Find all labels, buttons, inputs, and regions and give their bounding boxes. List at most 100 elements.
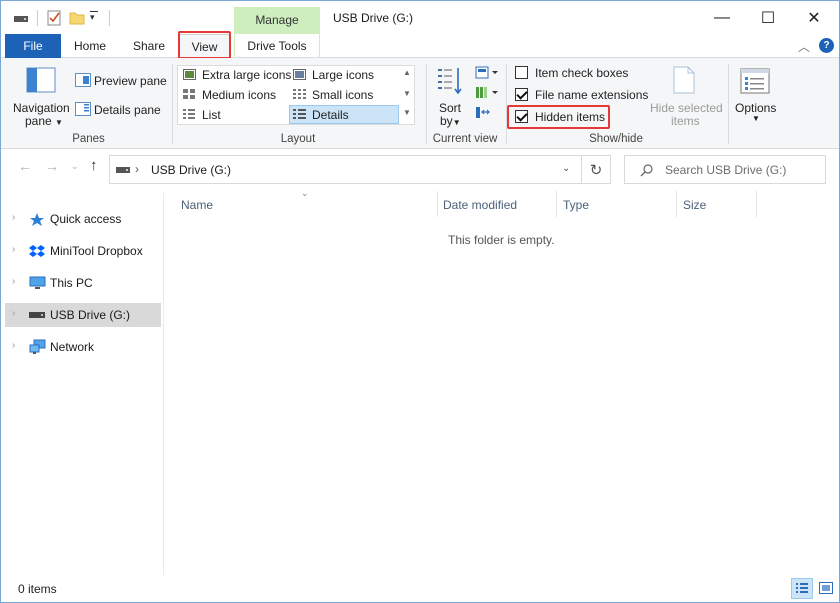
nav-item-label: This PC bbox=[50, 276, 93, 290]
preview-pane-button[interactable]: Preview pane bbox=[94, 74, 167, 88]
tab-file[interactable]: File bbox=[5, 34, 61, 58]
search-icon bbox=[640, 164, 653, 177]
group-by-icon[interactable] bbox=[475, 66, 499, 80]
gallery-expand-icon[interactable]: ▼ bbox=[403, 108, 411, 117]
navigation-pane-button[interactable]: Navigation bbox=[13, 101, 70, 115]
tab-share[interactable]: Share bbox=[123, 34, 175, 58]
navigation-pane: › Quick access › MiniTool Dropbox › This… bbox=[5, 193, 163, 575]
refresh-button[interactable]: ↻ bbox=[582, 155, 611, 184]
panes-group-label: Panes bbox=[72, 133, 105, 145]
item-check-boxes-checkbox[interactable] bbox=[515, 66, 528, 79]
column-divider[interactable] bbox=[676, 191, 677, 217]
details-pane-icon bbox=[75, 102, 91, 116]
nav-item-label: Network bbox=[50, 340, 95, 354]
size-columns-icon[interactable] bbox=[475, 106, 491, 120]
list-icon bbox=[183, 109, 195, 119]
minimize-button[interactable]: — bbox=[699, 1, 745, 34]
details-view-icon bbox=[796, 583, 808, 593]
column-header-name[interactable]: Name bbox=[181, 198, 213, 212]
details-icon bbox=[293, 109, 306, 119]
search-box[interactable]: Search USB Drive (G:) bbox=[624, 155, 826, 184]
drive-icon bbox=[29, 312, 45, 318]
gallery-scroll-down-icon[interactable]: ▼ bbox=[403, 89, 411, 98]
pane-splitter[interactable] bbox=[163, 193, 164, 575]
options-button[interactable]: Options bbox=[735, 101, 776, 115]
sort-by-label-2[interactable]: by▼ bbox=[440, 114, 461, 128]
nav-item-usb-drive[interactable]: › USB Drive (G:) bbox=[5, 303, 161, 327]
chevron-right-icon[interactable]: › bbox=[12, 340, 15, 351]
details-view-button[interactable] bbox=[791, 578, 813, 599]
column-header-date-modified[interactable]: Date modified bbox=[443, 198, 517, 212]
chevron-right-icon[interactable]: › bbox=[12, 244, 15, 255]
file-name-extensions-label[interactable]: File name extensions bbox=[535, 88, 648, 102]
group-separator bbox=[728, 64, 729, 144]
gallery-scroll-up-icon[interactable]: ▲ bbox=[403, 68, 411, 77]
back-button[interactable]: ← bbox=[18, 158, 32, 174]
network-icon bbox=[29, 339, 46, 354]
column-header-size[interactable]: Size bbox=[683, 198, 706, 212]
help-icon[interactable]: ? bbox=[819, 38, 834, 53]
new-folder-icon[interactable] bbox=[69, 10, 85, 25]
tab-home[interactable]: Home bbox=[65, 34, 115, 58]
recent-locations-button[interactable]: ⌄ bbox=[71, 161, 79, 172]
arrow-left-icon: ← bbox=[18, 158, 32, 174]
forward-button[interactable]: → bbox=[45, 158, 59, 174]
chevron-right-icon[interactable]: › bbox=[12, 308, 15, 319]
sort-by-button[interactable]: Sort bbox=[439, 101, 461, 115]
qa-divider bbox=[37, 10, 38, 26]
chevron-down-icon: ▼ bbox=[452, 118, 461, 127]
tab-drive-tools[interactable]: Drive Tools bbox=[234, 34, 320, 58]
qa-divider bbox=[109, 10, 110, 26]
item-check-boxes-label[interactable]: Item check boxes bbox=[535, 66, 628, 80]
layout-extra-large-icons[interactable]: Extra large icons bbox=[202, 68, 291, 82]
layout-details[interactable]: Details bbox=[312, 108, 349, 122]
column-divider[interactable] bbox=[437, 191, 438, 217]
chevron-down-icon[interactable]: ▼ bbox=[752, 114, 760, 123]
arrow-right-icon: → bbox=[45, 158, 59, 174]
hide-selected-items-icon bbox=[673, 66, 695, 94]
navigation-pane-label-2[interactable]: pane ▼ bbox=[25, 114, 63, 128]
close-button[interactable]: ✕ bbox=[791, 1, 837, 34]
add-columns-icon[interactable] bbox=[475, 86, 499, 100]
customize-qa-icon[interactable]: ▾ bbox=[90, 12, 95, 23]
layout-group-label: Layout bbox=[280, 133, 316, 145]
collapse-ribbon-icon[interactable]: ︿ bbox=[798, 38, 810, 55]
column-divider[interactable] bbox=[556, 191, 557, 217]
options-icon bbox=[740, 68, 770, 94]
large-icons-icon bbox=[293, 69, 306, 80]
large-icons-view-button[interactable] bbox=[815, 578, 837, 599]
nav-item-quick-access[interactable]: › Quick access bbox=[5, 207, 161, 231]
breadcrumb-location[interactable]: USB Drive (G:) bbox=[151, 163, 231, 177]
address-dropdown-icon[interactable]: ⌄ bbox=[562, 163, 570, 174]
file-name-extensions-checkbox[interactable] bbox=[515, 88, 528, 101]
layout-large-icons[interactable]: Large icons bbox=[312, 68, 374, 82]
status-item-count: 0 items bbox=[18, 582, 57, 596]
column-divider[interactable] bbox=[756, 191, 757, 217]
properties-icon[interactable] bbox=[47, 9, 61, 26]
details-pane-button[interactable]: Details pane bbox=[94, 103, 161, 117]
hide-selected-items-label-2: items bbox=[671, 114, 700, 128]
nav-item-minitool-dropbox[interactable]: › MiniTool Dropbox bbox=[5, 239, 161, 263]
drive-icon[interactable] bbox=[14, 15, 28, 23]
column-header-type[interactable]: Type bbox=[563, 198, 589, 212]
monitor-icon bbox=[29, 276, 46, 289]
address-bar[interactable]: › USB Drive (G:) ⌄ bbox=[109, 155, 582, 184]
layout-medium-icons[interactable]: Medium icons bbox=[202, 88, 276, 102]
explorer-window: ▾ Manage USB Drive (G:) — ☐ ✕ File Home … bbox=[0, 0, 840, 603]
chevron-right-icon[interactable]: › bbox=[12, 276, 15, 287]
hide-selected-items-button[interactable]: Hide selected bbox=[650, 101, 723, 115]
layout-small-icons[interactable]: Small icons bbox=[312, 88, 373, 102]
layout-list[interactable]: List bbox=[202, 108, 221, 122]
maximize-button[interactable]: ☐ bbox=[745, 1, 791, 34]
group-separator bbox=[172, 64, 173, 144]
sort-by-icon bbox=[438, 68, 462, 95]
up-button[interactable]: ↑ bbox=[90, 157, 98, 174]
nav-item-this-pc[interactable]: › This PC bbox=[5, 271, 161, 295]
qa-overflow-bar bbox=[90, 11, 98, 12]
extra-large-icons-icon bbox=[183, 69, 196, 80]
drive-icon bbox=[116, 167, 130, 173]
nav-item-network[interactable]: › Network bbox=[5, 335, 161, 359]
chevron-right-icon[interactable]: › bbox=[12, 212, 15, 223]
view-tab-highlight bbox=[178, 31, 231, 59]
window-title: USB Drive (G:) bbox=[333, 11, 414, 25]
